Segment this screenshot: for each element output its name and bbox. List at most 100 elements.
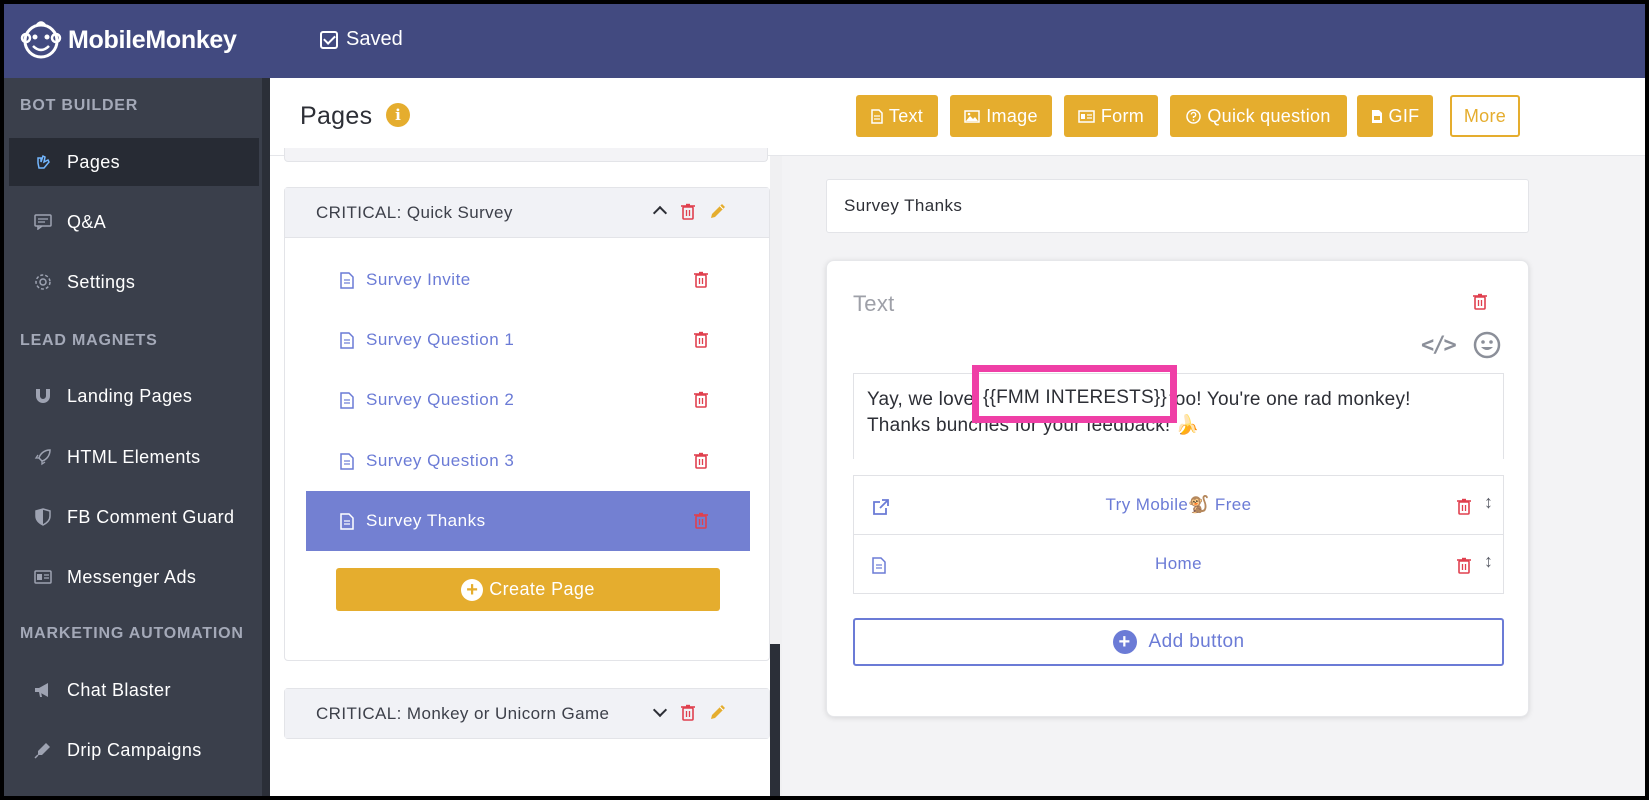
message-button-label: Try Mobile🐒 Free — [1105, 495, 1252, 514]
saved-status: Saved — [320, 28, 403, 51]
sidebar-divider — [262, 78, 270, 796]
sidebar-item-label: Chat Blaster — [67, 679, 171, 700]
message-button-label: Home — [1155, 554, 1202, 573]
shield-icon — [33, 507, 53, 527]
pencil-icon[interactable] — [709, 703, 727, 721]
create-page-label: Create Page — [489, 579, 595, 599]
trash-icon[interactable] — [694, 391, 708, 408]
hand-pointer-icon — [33, 152, 53, 172]
add-image-button[interactable]: Image — [950, 95, 1052, 137]
page-item-label: Survey Invite — [366, 270, 471, 289]
magnet-icon — [33, 386, 53, 406]
add-text-button[interactable]: Text — [856, 95, 938, 137]
page-group-monkey-or-unicorn: CRITICAL: Monkey or Unicorn Game — [284, 688, 770, 739]
page-item-label: Survey Question 3 — [366, 451, 515, 470]
trash-icon[interactable] — [681, 704, 695, 721]
form-icon — [1078, 109, 1095, 123]
checkbox-checked-icon — [320, 30, 338, 49]
sidebar-item-pages[interactable]: Pages — [9, 138, 259, 186]
trash-icon[interactable] — [694, 452, 708, 469]
create-page-button[interactable]: + Create Page — [336, 568, 720, 611]
trash-icon[interactable] — [1473, 293, 1493, 317]
chevron-up-icon[interactable] — [653, 204, 667, 218]
rocket-icon — [33, 447, 53, 467]
megaphone-icon — [33, 680, 53, 700]
message-button-try-mobile[interactable]: Try Mobile🐒 Free ↕ — [853, 475, 1504, 535]
plus-circle-icon: + — [1112, 630, 1137, 654]
document-icon — [340, 271, 354, 289]
document-icon — [340, 452, 354, 470]
group-header[interactable]: CRITICAL: Quick Survey — [285, 188, 769, 238]
page-item-survey-question-2[interactable]: Survey Question 2 — [306, 370, 750, 430]
drag-handle-icon[interactable]: ↕ — [1484, 492, 1493, 513]
more-button[interactable]: More — [1450, 95, 1520, 137]
sidebar-item-chat-blaster[interactable]: Chat Blaster — [9, 666, 259, 714]
sidebar-item-drip-campaigns[interactable]: Drip Campaigns — [9, 726, 259, 774]
add-quick-question-button[interactable]: Quick question — [1170, 95, 1347, 137]
toolbar-label: GIF — [1388, 105, 1420, 126]
brand-logo[interactable]: MobileMonkey — [20, 18, 237, 62]
question-circle-icon — [1186, 108, 1202, 124]
message-button-home[interactable]: Home ↕ — [853, 534, 1504, 594]
add-button[interactable]: + Add button — [853, 618, 1504, 666]
sidebar-item-fb-comment-guard[interactable]: FB Comment Guard — [9, 493, 259, 541]
external-link-icon — [873, 499, 889, 515]
message-text-area[interactable]: Yay, we love {{FMM INTERESTS}} too! You'… — [853, 373, 1504, 459]
group-title: CRITICAL: Quick Survey — [316, 202, 513, 222]
monkey-logo-icon — [20, 21, 62, 59]
sidebar-item-settings[interactable]: Settings — [9, 258, 259, 306]
brand-name: MobileMonkey — [68, 25, 237, 54]
file-text-icon — [871, 108, 883, 124]
add-form-button[interactable]: Form — [1064, 95, 1158, 137]
plus-circle-icon: + — [461, 578, 484, 601]
info-icon[interactable]: i — [386, 103, 410, 127]
dropper-icon — [33, 740, 53, 760]
page-item-label: Survey Thanks — [366, 511, 486, 530]
sidebar-item-label: FB Comment Guard — [67, 506, 235, 527]
sidebar-section-lead-magnets: LEAD MAGNETS — [20, 332, 158, 349]
page-title: Pages — [300, 102, 373, 130]
page-item-label: Survey Question 1 — [366, 330, 515, 349]
page-item-label: Survey Question 2 — [366, 390, 515, 409]
sidebar-item-html-elements[interactable]: HTML Elements — [9, 433, 259, 481]
document-icon — [340, 391, 354, 409]
message-text-before: Yay, we love — [867, 389, 980, 410]
sidebar-item-messenger-ads[interactable]: Messenger Ads — [9, 553, 259, 601]
code-icon[interactable]: </> — [1421, 333, 1457, 358]
page-item-survey-question-3[interactable]: Survey Question 3 — [306, 431, 750, 491]
sidebar-item-qa[interactable]: Q&A — [9, 198, 259, 246]
trash-icon[interactable] — [694, 331, 708, 348]
trash-icon[interactable] — [1457, 557, 1471, 574]
toolbar-label: Quick question — [1207, 105, 1331, 126]
trash-icon[interactable] — [694, 271, 708, 288]
message-text-after: too! You're one rad monkey! — [1163, 389, 1411, 410]
trash-icon[interactable] — [694, 512, 708, 529]
block-type-label: Text — [853, 291, 895, 316]
sidebar-item-label: Pages — [67, 151, 121, 172]
group-title: CRITICAL: Monkey or Unicorn Game — [316, 703, 610, 723]
page-item-survey-question-1[interactable]: Survey Question 1 — [306, 310, 750, 370]
page-item-survey-thanks[interactable]: Survey Thanks — [306, 491, 750, 551]
gif-file-icon — [1371, 109, 1382, 123]
add-gif-button[interactable]: GIF — [1357, 95, 1433, 137]
sidebar-item-label: Q&A — [67, 211, 107, 232]
sidebar-section-marketing-automation: MARKETING AUTOMATION — [20, 625, 244, 642]
sidebar-item-label: Messenger Ads — [67, 566, 197, 587]
trash-icon[interactable] — [681, 203, 695, 220]
page-item-survey-invite[interactable]: Survey Invite — [306, 250, 750, 310]
sidebar-section-bot-builder: BOT BUILDER — [20, 97, 139, 114]
pencil-icon[interactable] — [709, 202, 727, 220]
page-list-scrollbar-thumb[interactable] — [770, 644, 780, 796]
chevron-down-icon[interactable] — [653, 705, 667, 719]
sidebar-item-landing-pages[interactable]: Landing Pages — [9, 372, 259, 420]
drag-handle-icon[interactable]: ↕ — [1484, 551, 1493, 572]
add-button-label: Add button — [1148, 631, 1245, 652]
trash-icon[interactable] — [1457, 498, 1471, 515]
group-controls — [653, 202, 727, 220]
group-header[interactable]: CRITICAL: Monkey or Unicorn Game — [285, 689, 769, 738]
message-variable: {{FMM INTERESTS}} — [983, 387, 1167, 409]
emoji-smile-icon[interactable] — [1473, 331, 1501, 359]
document-icon — [340, 331, 354, 349]
page-name-input[interactable]: Survey Thanks — [826, 179, 1529, 233]
saved-label: Saved — [346, 28, 403, 50]
